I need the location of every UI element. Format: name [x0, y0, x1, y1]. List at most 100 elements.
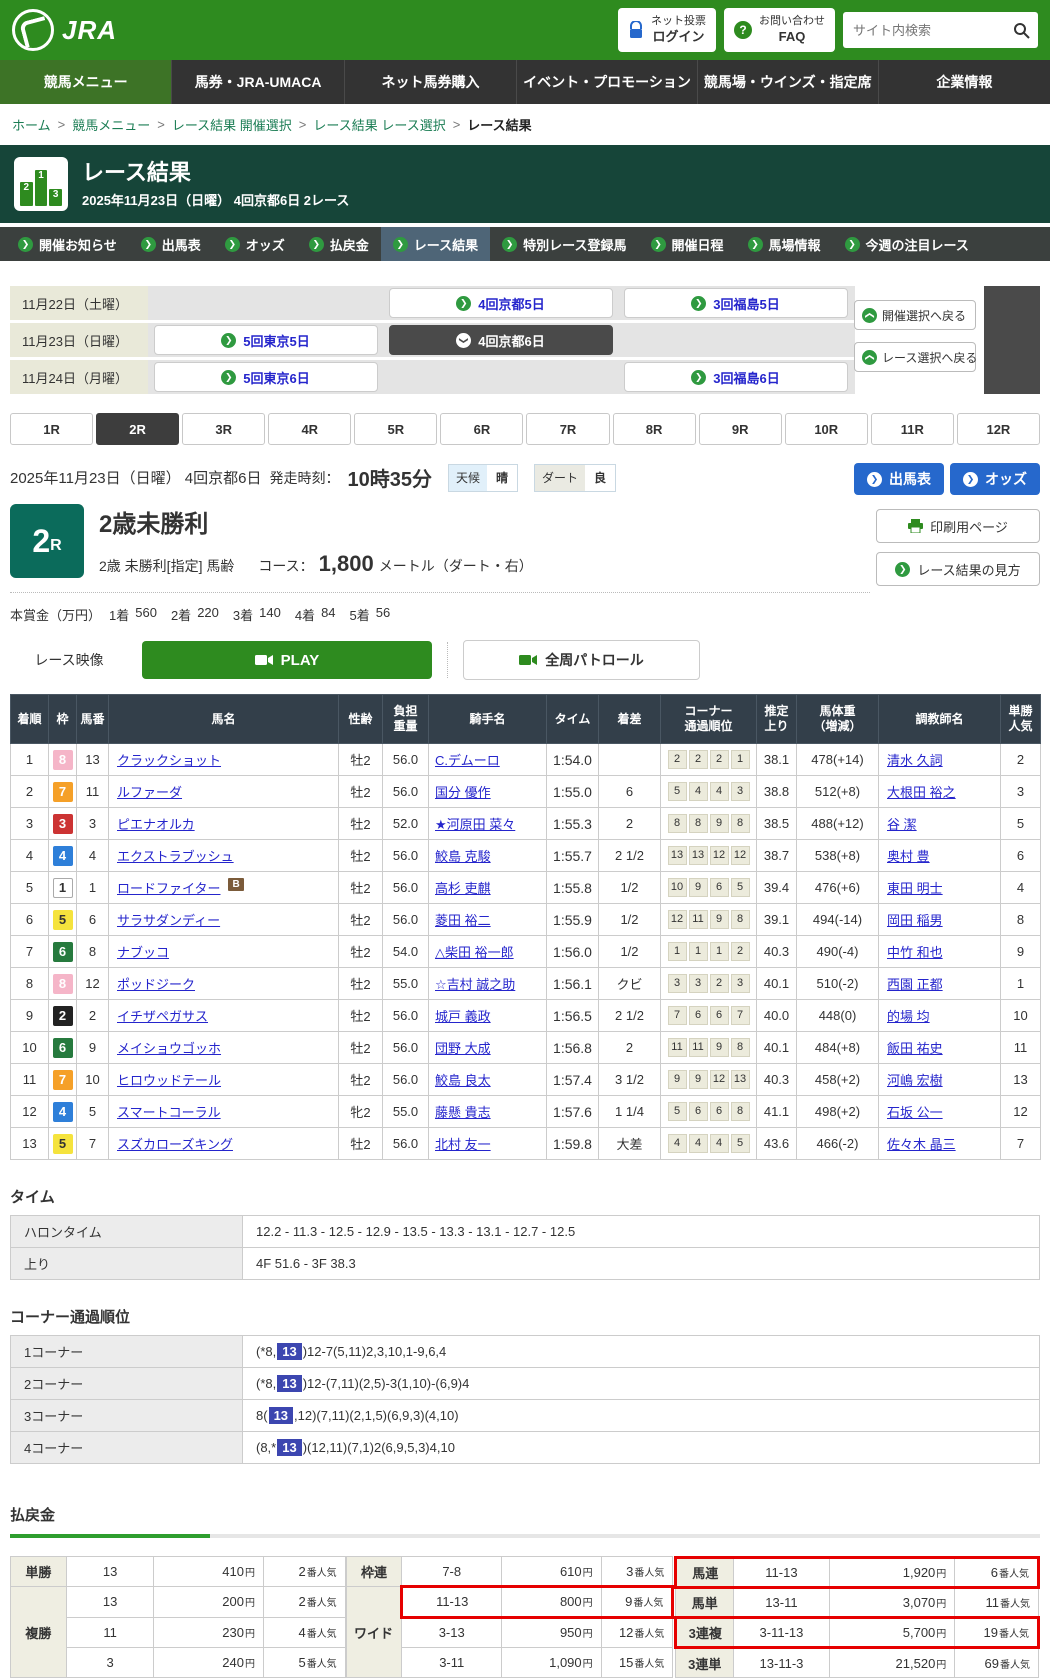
trainer-link[interactable]: 飯田 祐史 [887, 1041, 943, 1056]
amount-value: 5,700 [903, 1625, 936, 1640]
jockey-link[interactable]: 高杉 吏麒 [435, 881, 491, 896]
breadcrumb-link[interactable]: ホーム [12, 115, 51, 134]
horse-name-link[interactable]: クラックショット [117, 753, 221, 768]
horse-name-link[interactable]: エクストラブッシュ [117, 849, 234, 864]
venue-button[interactable]: ❯4回京都5日 [389, 288, 613, 318]
venue-button[interactable]: ❯3回福島5日 [624, 288, 848, 318]
rank-cell: 5 [11, 872, 49, 904]
jockey-link[interactable]: △柴田 裕一郎 [435, 945, 514, 960]
nav-item[interactable]: イベント・プロモーション [516, 60, 697, 104]
jockey-link[interactable]: 鮫島 克駿 [435, 849, 491, 864]
frame-number-badge: 6 [53, 1038, 73, 1058]
sub-nav-item[interactable]: ❯レース結果 [381, 227, 490, 261]
sub-nav-item[interactable]: ❯払戻金 [297, 227, 381, 261]
horse-name-link[interactable]: ナブッコ [117, 945, 169, 960]
race-tab[interactable]: 6R [440, 413, 523, 445]
race-tab[interactable]: 4R [268, 413, 351, 445]
results-header-row: 着順枠馬番馬名性齢負担 重量騎手名タイム着差コーナー 通過順位推定 上り馬体重 … [11, 695, 1041, 744]
odds-button[interactable]: ❯ オッズ [950, 463, 1040, 495]
last-3f-cell: 38.5 [757, 808, 797, 840]
horse-name-link[interactable]: ピエナオルカ [117, 817, 195, 832]
horse-name-link[interactable]: スズカローズキング [117, 1137, 233, 1152]
search-input[interactable] [851, 22, 1013, 39]
trainer-link[interactable]: 大根田 裕之 [887, 785, 956, 800]
search-icon[interactable] [1013, 22, 1030, 39]
sub-nav-item[interactable]: ❯今週の注目レース [833, 227, 981, 261]
race-tab[interactable]: 7R [526, 413, 609, 445]
print-page-button[interactable]: 印刷用ページ [876, 509, 1040, 543]
back-to-race-select-button[interactable]: ❯レース選択へ戻る [854, 342, 976, 372]
nav-item[interactable]: ネット馬券購入 [344, 60, 516, 104]
venue-button[interactable]: ❯4回京都6日 [389, 325, 613, 355]
trainer-link[interactable]: 奥村 豊 [887, 849, 930, 864]
patrol-video-button[interactable]: 全周パトロール [463, 640, 700, 680]
horse-name-link[interactable]: ヒロウッドテール [117, 1073, 221, 1088]
trainer-link[interactable]: 西園 正都 [887, 977, 943, 992]
horse-name-link[interactable]: スマートコーラル [117, 1105, 221, 1120]
horse-name-link[interactable]: イチザペガサス [117, 1009, 208, 1024]
trainer-link[interactable]: 的場 均 [887, 1009, 930, 1024]
race-tab[interactable]: 3R [182, 413, 265, 445]
venue-button[interactable]: ❯5回東京5日 [154, 325, 378, 355]
trainer-link[interactable]: 河嶋 宏樹 [887, 1073, 943, 1088]
nav-item[interactable]: 企業情報 [878, 60, 1050, 104]
race-tab[interactable]: 11R [871, 413, 954, 445]
jockey-link[interactable]: C.デムーロ [435, 753, 500, 768]
sub-nav-item[interactable]: ❯出馬表 [129, 227, 213, 261]
play-button-label: PLAY [281, 652, 320, 669]
race-tab[interactable]: 10R [785, 413, 868, 445]
sub-nav-item[interactable]: ❯特別レース登録馬 [490, 227, 638, 261]
jockey-link[interactable]: 鮫島 良太 [435, 1073, 491, 1088]
horse-name-link[interactable]: サラサダンディー [117, 913, 220, 928]
breadcrumb-separator: > [157, 117, 165, 132]
venue-button[interactable]: ❯3回福島6日 [624, 362, 848, 392]
jockey-link[interactable]: ★河原田 菜々 [435, 817, 515, 832]
play-video-button[interactable]: PLAY [142, 641, 432, 679]
result-guide-button[interactable]: ❯ レース結果の見方 [876, 552, 1040, 586]
jockey-link[interactable]: 国分 優作 [435, 785, 491, 800]
jockey-link[interactable]: 団野 大成 [435, 1041, 491, 1056]
horse-name-link[interactable]: ポッドジーク [117, 977, 195, 992]
race-tab[interactable]: 5R [354, 413, 437, 445]
nav-item[interactable]: 競馬メニュー [0, 60, 171, 104]
trainer-link[interactable]: 東田 明士 [887, 881, 943, 896]
jockey-link[interactable]: ☆吉村 誠之助 [435, 977, 515, 992]
venue-button[interactable]: ❯5回東京6日 [154, 362, 378, 392]
breadcrumb-link[interactable]: レース結果 開催選択 [172, 115, 292, 134]
back-to-meeting-button[interactable]: ❯開催選択へ戻る [854, 300, 976, 330]
breadcrumb-link[interactable]: レース結果 レース選択 [313, 115, 445, 134]
trainer-link[interactable]: 清水 久詞 [887, 753, 943, 768]
sub-nav-item[interactable]: ❯開催お知らせ [6, 227, 129, 261]
trainer-link[interactable]: 岡田 稲男 [887, 913, 943, 928]
faq-button[interactable]: ? お問い合わせ FAQ [724, 8, 835, 52]
sub-nav-item[interactable]: ❯馬場情報 [736, 227, 833, 261]
breadcrumb-link[interactable]: 競馬メニュー [72, 115, 150, 134]
race-tab[interactable]: 8R [613, 413, 696, 445]
horse-name-link[interactable]: ロードファイター [117, 881, 220, 896]
race-tab[interactable]: 1R [10, 413, 93, 445]
trainer-link[interactable]: 中竹 和也 [887, 945, 943, 960]
jra-logo[interactable]: JRA [12, 9, 117, 51]
race-tab[interactable]: 12R [957, 413, 1040, 445]
podium-bar: 1 [35, 170, 48, 206]
nav-item[interactable]: 馬券・JRA-UMACA [171, 60, 343, 104]
sub-nav-item[interactable]: ❯開催日程 [639, 227, 736, 261]
nav-item[interactable]: 競馬場・ウインズ・指定席 [697, 60, 878, 104]
sub-nav-item[interactable]: ❯オッズ [213, 227, 297, 261]
trainer-link[interactable]: 佐々木 晶三 [887, 1137, 956, 1152]
net-voting-login-button[interactable]: ネット投票 ログイン [618, 8, 716, 52]
horse-name-link[interactable]: ルファーダ [117, 785, 182, 800]
jockey-link[interactable]: 菱田 裕二 [435, 913, 491, 928]
entries-button[interactable]: ❯ 出馬表 [854, 463, 944, 495]
horse-name-link[interactable]: メイショウゴッホ [117, 1041, 221, 1056]
race-tab[interactable]: 2R [96, 413, 179, 445]
race-tab[interactable]: 9R [699, 413, 782, 445]
jockey-link[interactable]: 城戸 義政 [435, 1009, 491, 1024]
payout-tables: 単勝 13 410円 2番人気 複勝 13 200円 2番人気 11 230円 … [10, 1556, 1040, 1678]
race-number-tabs: 1R2R3R4R5R6R7R8R9R10R11R12R [10, 413, 1040, 445]
prize-place: 3着 [233, 605, 253, 624]
trainer-link[interactable]: 谷 潔 [887, 817, 917, 832]
jockey-link[interactable]: 北村 友一 [435, 1137, 491, 1152]
trainer-link[interactable]: 石坂 公一 [887, 1105, 943, 1120]
jockey-link[interactable]: 藤懸 貴志 [435, 1105, 491, 1120]
